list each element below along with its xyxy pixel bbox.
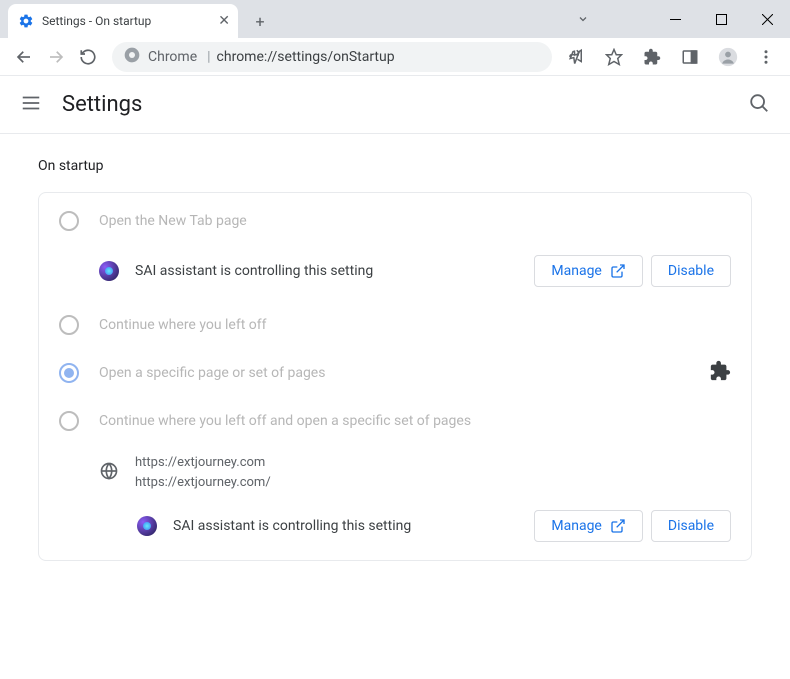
bookmark-star-icon[interactable] bbox=[598, 41, 630, 73]
disable-label: Disable bbox=[668, 518, 714, 534]
close-tab-icon[interactable]: ✕ bbox=[218, 13, 230, 29]
startup-page-entry: https://extjourney.com https://extjourne… bbox=[39, 445, 751, 500]
disable-button[interactable]: Disable bbox=[651, 255, 731, 287]
option-continue[interactable]: Continue where you left off bbox=[39, 301, 751, 349]
manage-button[interactable]: Manage bbox=[534, 255, 642, 287]
managed-text: SAI assistant is controlling this settin… bbox=[135, 263, 534, 279]
search-icon[interactable] bbox=[748, 92, 770, 118]
open-external-icon bbox=[610, 518, 626, 534]
gear-icon bbox=[18, 13, 34, 29]
new-tab-button[interactable]: + bbox=[246, 7, 274, 35]
globe-icon bbox=[99, 461, 119, 485]
browser-tab[interactable]: Settings - On startup ✕ bbox=[8, 4, 238, 38]
address-bar[interactable]: Chrome | chrome://settings/onStartup bbox=[112, 42, 552, 72]
content: On startup Open the New Tab page SAI ass… bbox=[0, 134, 790, 585]
radio-label: Open a specific page or set of pages bbox=[99, 365, 325, 381]
radio-icon bbox=[59, 211, 79, 231]
tab-title: Settings - On startup bbox=[42, 14, 151, 28]
page-entry-title: https://extjourney.com bbox=[135, 453, 271, 473]
disable-button[interactable]: Disable bbox=[651, 510, 731, 542]
radio-icon bbox=[59, 411, 79, 431]
titlebar: Settings - On startup ✕ + bbox=[0, 0, 790, 38]
managed-notice: SAI assistant is controlling this settin… bbox=[39, 500, 751, 556]
disable-label: Disable bbox=[668, 263, 714, 279]
omnibox-url: chrome://settings/onStartup bbox=[217, 49, 395, 65]
managed-text: SAI assistant is controlling this settin… bbox=[173, 518, 534, 534]
manage-label: Manage bbox=[551, 263, 601, 279]
radio-icon bbox=[59, 315, 79, 335]
share-icon[interactable] bbox=[560, 41, 592, 73]
omnibox-separator: | bbox=[207, 49, 210, 65]
radio-label: Open the New Tab page bbox=[99, 213, 247, 229]
radio-label: Continue where you left off bbox=[99, 317, 267, 333]
reload-button[interactable] bbox=[72, 41, 104, 73]
forward-button[interactable] bbox=[40, 41, 72, 73]
page-entry-url: https://extjourney.com/ bbox=[135, 473, 271, 493]
page-title: Settings bbox=[62, 92, 748, 117]
radio-icon-selected bbox=[59, 363, 79, 383]
extension-app-icon bbox=[99, 261, 119, 281]
chrome-icon bbox=[124, 47, 140, 67]
extension-puzzle-icon bbox=[709, 360, 731, 386]
back-button[interactable] bbox=[8, 41, 40, 73]
manage-label: Manage bbox=[551, 518, 601, 534]
profile-avatar-icon[interactable] bbox=[712, 41, 744, 73]
minimize-button[interactable] bbox=[652, 0, 698, 38]
option-new-tab[interactable]: Open the New Tab page bbox=[39, 197, 751, 245]
radio-label: Continue where you left off and open a s… bbox=[99, 413, 471, 429]
open-external-icon bbox=[610, 263, 626, 279]
option-continue-specific[interactable]: Continue where you left off and open a s… bbox=[39, 397, 751, 445]
startup-card: Open the New Tab page SAI assistant is c… bbox=[38, 192, 752, 561]
toolbar: Chrome | chrome://settings/onStartup bbox=[0, 38, 790, 76]
side-panel-icon[interactable] bbox=[674, 41, 706, 73]
option-specific[interactable]: Open a specific page or set of pages bbox=[39, 349, 751, 397]
omnibox-prefix: Chrome bbox=[148, 49, 197, 65]
section-title: On startup bbox=[38, 158, 752, 174]
extensions-puzzle-icon[interactable] bbox=[636, 41, 668, 73]
extension-app-icon bbox=[137, 516, 157, 536]
menu-kebab-icon[interactable] bbox=[750, 41, 782, 73]
chevron-down-icon[interactable] bbox=[560, 0, 606, 38]
settings-header: Settings bbox=[0, 76, 790, 134]
close-window-button[interactable] bbox=[744, 0, 790, 38]
window-controls bbox=[652, 0, 790, 38]
manage-button[interactable]: Manage bbox=[534, 510, 642, 542]
hamburger-menu-icon[interactable] bbox=[20, 92, 42, 118]
maximize-button[interactable] bbox=[698, 0, 744, 38]
managed-notice: SAI assistant is controlling this settin… bbox=[39, 245, 751, 301]
